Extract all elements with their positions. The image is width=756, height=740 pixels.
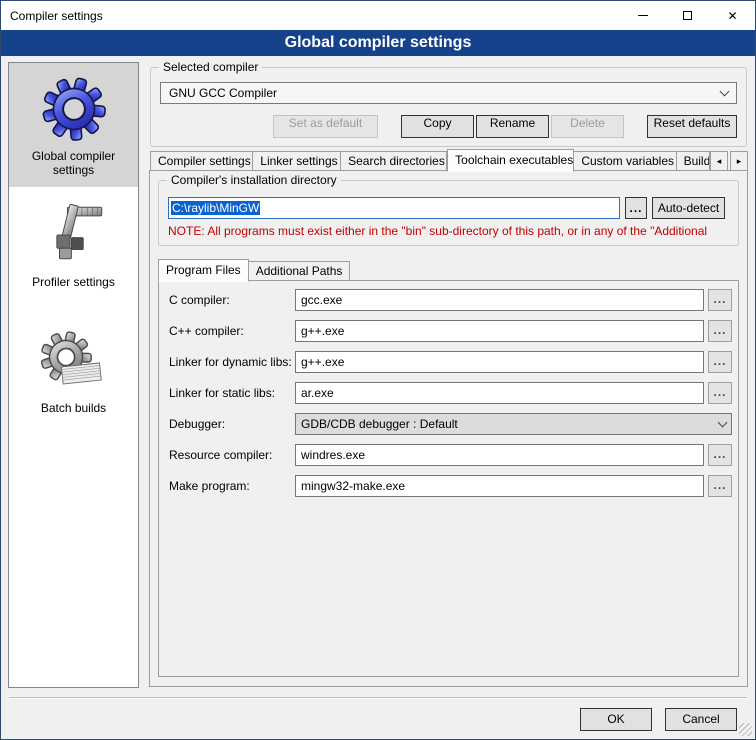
- set-as-default-button: Set as default: [273, 115, 378, 138]
- cpp-compiler-input[interactable]: g++.exe: [295, 320, 704, 342]
- install-dir-input[interactable]: C:\raylib\MinGW: [168, 197, 620, 219]
- footer-buttons: OK Cancel: [580, 708, 737, 731]
- field-label: Linker for dynamic libs:: [169, 355, 295, 369]
- close-icon: ✕: [727, 10, 737, 22]
- tab-linker-settings[interactable]: Linker settings: [253, 151, 341, 171]
- installation-directory-group: Compiler's installation directory C:\ray…: [158, 180, 739, 246]
- field-value: g++.exe: [301, 355, 344, 369]
- debugger-row: Debugger: GDB/CDB debugger : Default: [169, 413, 732, 435]
- sidebar-item-global-compiler-settings[interactable]: Global compiler settings: [9, 63, 138, 187]
- tab-program-files[interactable]: Program Files: [158, 259, 249, 282]
- install-dir-browse-button[interactable]: ...: [625, 197, 647, 219]
- debugger-select[interactable]: GDB/CDB debugger : Default: [295, 413, 732, 435]
- arrow-right-icon: ▸: [737, 156, 742, 167]
- maximize-icon: [683, 11, 692, 20]
- field-label: C compiler:: [169, 293, 295, 307]
- toolchain-executables-page: Compiler's installation directory C:\ray…: [149, 170, 748, 687]
- field-label: Make program:: [169, 479, 295, 493]
- field-label: Debugger:: [169, 417, 295, 431]
- field-value: windres.exe: [301, 448, 365, 462]
- copy-button[interactable]: Copy: [401, 115, 474, 138]
- resource-compiler-input[interactable]: windres.exe: [295, 444, 704, 466]
- field-label: Resource compiler:: [169, 448, 295, 462]
- bin-subdirectory-note: NOTE: All programs must exist either in …: [168, 224, 736, 238]
- titlebar: Compiler settings ✕: [1, 1, 755, 30]
- tab-scroll-right-button[interactable]: ▸: [730, 151, 748, 171]
- dynamic-linker-browse-button[interactable]: ...: [708, 351, 732, 373]
- make-program-input[interactable]: mingw32-make.exe: [295, 475, 704, 497]
- sidebar-item-profiler-settings[interactable]: Profiler settings: [9, 189, 138, 299]
- gray-gear-papers-icon: [12, 325, 135, 397]
- selected-compiler-group: Selected compiler GNU GCC Compiler Set a…: [150, 67, 747, 147]
- arrow-left-icon: ◂: [717, 156, 722, 167]
- minimize-icon: [638, 15, 648, 16]
- compiler-select-value: GNU GCC Compiler: [169, 86, 721, 100]
- settings-category-list: Global compiler settings: [8, 62, 139, 688]
- dialog-banner: Global compiler settings: [1, 30, 755, 56]
- field-value: mingw32-make.exe: [301, 479, 405, 493]
- dynamic-linker-input[interactable]: g++.exe: [295, 351, 704, 373]
- compiler-buttons-row: Set as default Copy Rename Delete Reset …: [160, 115, 737, 138]
- sidebar-item-label: Batch builds: [12, 401, 135, 415]
- dynamic-linker-row: Linker for dynamic libs: g++.exe ...: [169, 351, 732, 373]
- sidebar-item-batch-builds[interactable]: Batch builds: [9, 315, 138, 425]
- resize-grip[interactable]: [739, 723, 752, 736]
- minimize-button[interactable]: [620, 1, 665, 30]
- blue-gear-icon: [12, 73, 135, 145]
- tab-additional-paths[interactable]: Additional Paths: [249, 261, 351, 281]
- static-linker-input[interactable]: ar.exe: [295, 382, 704, 404]
- caliper-icon: [12, 199, 135, 271]
- debugger-select-value: GDB/CDB debugger : Default: [301, 417, 719, 431]
- tab-scrollers: ◂ ▸: [710, 151, 748, 171]
- reset-defaults-button[interactable]: Reset defaults: [647, 115, 737, 138]
- static-linker-browse-button[interactable]: ...: [708, 382, 732, 404]
- c-compiler-row: C compiler: gcc.exe ...: [169, 289, 732, 311]
- make-program-browse-button[interactable]: ...: [708, 475, 732, 497]
- rename-button[interactable]: Rename: [476, 115, 549, 138]
- cpp-compiler-browse-button[interactable]: ...: [708, 320, 732, 342]
- c-compiler-browse-button[interactable]: ...: [708, 289, 732, 311]
- tab-custom-variables[interactable]: Custom variables: [574, 151, 676, 171]
- delete-button: Delete: [551, 115, 624, 138]
- cpp-compiler-row: C++ compiler: g++.exe ...: [169, 320, 732, 342]
- field-label: C++ compiler:: [169, 324, 295, 338]
- compiler-settings-dialog: Compiler settings ✕ Global compiler sett…: [0, 0, 756, 740]
- compiler-select[interactable]: GNU GCC Compiler: [160, 82, 737, 104]
- static-linker-row: Linker for static libs: ar.exe ...: [169, 382, 732, 404]
- field-value: ar.exe: [301, 386, 334, 400]
- tab-search-directories[interactable]: Search directories: [341, 151, 447, 171]
- auto-detect-button[interactable]: Auto-detect: [652, 197, 725, 219]
- footer-divider: [9, 697, 747, 699]
- chevron-down-icon: [718, 417, 728, 427]
- field-value: gcc.exe: [301, 293, 342, 307]
- install-dir-selected-text: C:\raylib\MinGW: [171, 201, 260, 215]
- maximize-button[interactable]: [665, 1, 710, 30]
- make-program-row: Make program: mingw32-make.exe ...: [169, 475, 732, 497]
- field-label: Linker for static libs:: [169, 386, 295, 400]
- tab-build-options[interactable]: Build options: [677, 151, 710, 171]
- tab-compiler-settings[interactable]: Compiler settings: [150, 151, 253, 171]
- window-title: Compiler settings: [1, 9, 103, 23]
- selected-compiler-legend: Selected compiler: [159, 60, 262, 74]
- tab-toolchain-executables[interactable]: Toolchain executables: [447, 149, 574, 172]
- chevron-down-icon: [720, 86, 730, 96]
- tab-scroll-left-button[interactable]: ◂: [710, 151, 728, 171]
- field-value: g++.exe: [301, 324, 344, 338]
- installation-directory-legend: Compiler's installation directory: [167, 173, 341, 187]
- c-compiler-input[interactable]: gcc.exe: [295, 289, 704, 311]
- sidebar-item-label: Global compiler settings: [12, 149, 135, 177]
- cancel-button[interactable]: Cancel: [665, 708, 737, 731]
- resource-compiler-browse-button[interactable]: ...: [708, 444, 732, 466]
- ok-button[interactable]: OK: [580, 708, 652, 731]
- window-controls: ✕: [620, 1, 755, 30]
- program-files-page: C compiler: gcc.exe ... C++ compiler: g+…: [158, 280, 739, 677]
- close-button[interactable]: ✕: [710, 1, 755, 30]
- resource-compiler-row: Resource compiler: windres.exe ...: [169, 444, 732, 466]
- program-files-tabstrip: Program Files Additional Paths: [158, 259, 350, 281]
- settings-tabstrip: Compiler settings Linker settings Search…: [150, 149, 748, 171]
- sidebar-item-label: Profiler settings: [12, 275, 135, 289]
